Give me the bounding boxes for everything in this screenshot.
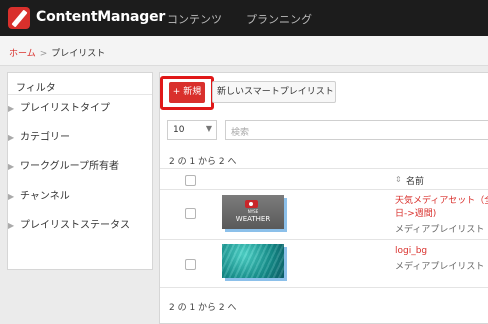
expand-triangle-icon: ▶ — [8, 133, 15, 142]
weather-logo-icon — [245, 200, 258, 208]
table-divider — [160, 239, 488, 240]
search-input[interactable]: 検索 — [225, 120, 488, 140]
playlist-name-link[interactable]: 天気メディアセット（全 日->週間) — [395, 195, 488, 221]
page-size-value: 10 — [173, 125, 185, 135]
chevron-down-icon: ▼ — [205, 124, 212, 133]
nav-planning[interactable]: プランニング — [246, 11, 312, 27]
filter-item-playlist-status[interactable]: ▶ プレイリストステータス — [8, 218, 132, 233]
table-divider — [160, 287, 488, 288]
pagination-info-top: 2 の 1 から 2 へ — [169, 157, 237, 167]
filter-item-channel[interactable]: ▶ チャンネル — [8, 189, 132, 204]
breadcrumb-current: プレイリスト — [51, 49, 106, 59]
playlist-type: メディアプレイリスト — [395, 225, 485, 235]
page-size-select[interactable]: 10 ▼ — [167, 120, 217, 140]
table-divider — [160, 189, 488, 190]
expand-triangle-icon: ▶ — [8, 192, 15, 201]
filter-title: フィルタ — [8, 73, 152, 95]
table-divider — [160, 168, 488, 169]
playlist-thumbnail[interactable] — [222, 244, 287, 281]
nav-contents[interactable]: コンテンツ — [167, 11, 222, 27]
row-checkbox[interactable] — [185, 259, 196, 270]
sort-icon[interactable]: ⇕ — [395, 175, 402, 184]
breadcrumb-home-link[interactable]: ホーム — [9, 49, 36, 59]
row-checkbox[interactable] — [185, 208, 196, 219]
playlist-thumbnail[interactable]: NYSE WEATHER — [222, 195, 287, 232]
name-column-header[interactable]: 名前 — [406, 174, 424, 187]
filter-item-category[interactable]: ▶ カテゴリー — [8, 130, 132, 145]
expand-triangle-icon: ▶ — [8, 221, 15, 230]
app-title[interactable]: ContentManager — [36, 9, 165, 25]
expand-triangle-icon: ▶ — [8, 104, 15, 113]
expand-triangle-icon: ▶ — [8, 162, 15, 171]
pagination-info-bottom: 2 の 1 から 2 へ — [169, 303, 237, 313]
top-bar: ContentManager コンテンツ プランニング — [0, 0, 488, 36]
breadcrumb: ホーム > プレイリスト — [0, 36, 488, 66]
breadcrumb-separator: > — [39, 49, 48, 59]
highlight-annotation — [160, 76, 214, 110]
new-smart-playlist-button[interactable]: 新しいスマートプレイリスト — [212, 81, 336, 103]
select-all-checkbox[interactable] — [185, 175, 196, 186]
filter-item-playlist-type[interactable]: ▶ プレイリストタイプ — [8, 101, 132, 116]
playlist-type: メディアプレイリスト — [395, 262, 485, 272]
filter-item-workgroup-owner[interactable]: ▶ ワークグループ所有者 — [8, 159, 132, 174]
app-logo-icon[interactable] — [8, 7, 30, 29]
playlist-name-link[interactable]: logi_bg — [395, 245, 427, 258]
